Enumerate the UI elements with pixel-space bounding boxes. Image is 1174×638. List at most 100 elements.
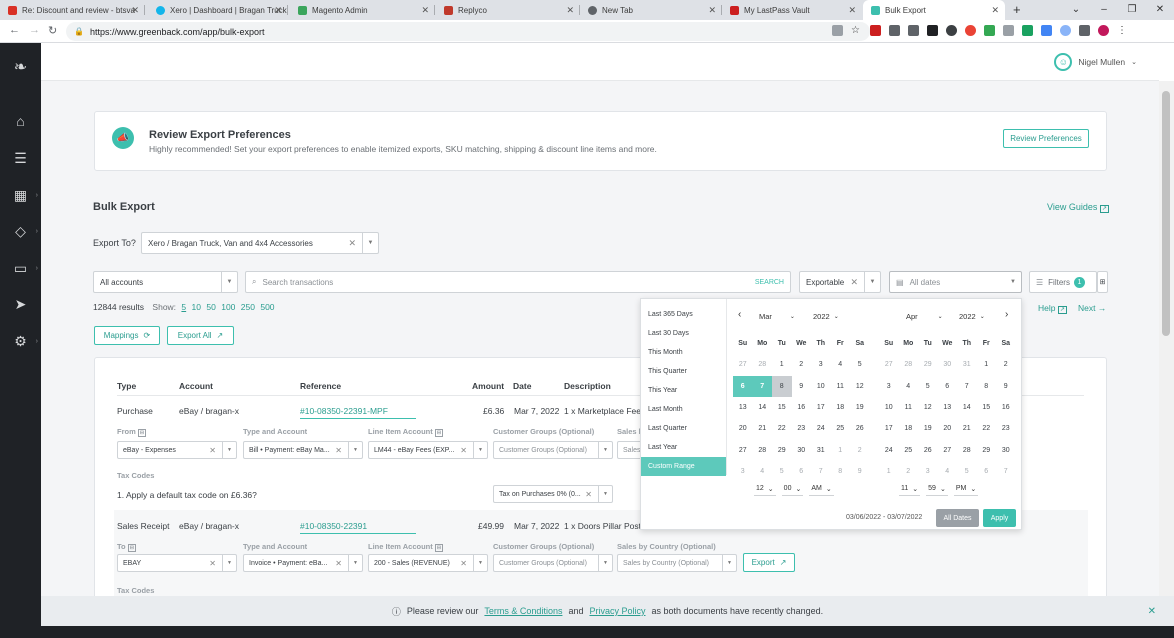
hour-select[interactable]: 11 ⌄: [899, 483, 921, 496]
close-icon[interactable]: ✕: [1148, 606, 1156, 617]
extension-icon[interactable]: [889, 25, 900, 36]
calendar-day[interactable]: 5: [918, 376, 938, 397]
next-month-icon[interactable]: ›: [1005, 309, 1008, 320]
calendar-day[interactable]: 4: [831, 354, 851, 375]
calendar-day[interactable]: 22: [977, 418, 997, 439]
browser-tab[interactable]: Magento Admin ✕: [290, 0, 435, 20]
extension-icon[interactable]: [965, 25, 976, 36]
url-field[interactable]: 🔒 https://www.greenback.com/app/bulk-exp…: [66, 22, 870, 41]
calendar-day[interactable]: 11: [899, 397, 919, 418]
ampm-select[interactable]: AM ⌄: [809, 483, 834, 496]
preset-this-quarter[interactable]: This Quarter: [641, 362, 726, 381]
prev-month-icon[interactable]: ‹: [738, 309, 741, 320]
filters-button[interactable]: ☰ Filters 1: [1029, 271, 1097, 293]
calendar-day[interactable]: 4: [753, 461, 773, 482]
export-to-select[interactable]: Xero / Bragan Truck, Van and 4x4 Accesso…: [141, 232, 379, 254]
next-link[interactable]: Next →: [1078, 303, 1106, 313]
puzzle-icon[interactable]: [1079, 25, 1090, 36]
calendar-day[interactable]: 10: [879, 397, 899, 418]
chevron-down-icon[interactable]: ▼: [362, 233, 378, 253]
close-tab-icon[interactable]: ✕: [421, 5, 429, 16]
calendar-day[interactable]: 19: [918, 418, 938, 439]
calendar-day[interactable]: 17: [879, 418, 899, 439]
calendar-day[interactable]: 1: [977, 354, 997, 375]
review-preferences-button[interactable]: Review Preferences: [1003, 129, 1089, 148]
calendar-day[interactable]: 27: [938, 439, 958, 460]
page-scrollbar[interactable]: [1159, 81, 1174, 596]
calendar-day[interactable]: 29: [918, 354, 938, 375]
calendar-day[interactable]: 3: [733, 461, 753, 482]
send-icon[interactable]: ➤: [0, 292, 41, 316]
calendar-day[interactable]: 24: [879, 439, 899, 460]
from-select[interactable]: eBay - Expenses ✕ ▼: [117, 441, 237, 459]
chevron-down-icon[interactable]: ▼: [864, 272, 880, 292]
close-tab-icon[interactable]: ✕: [131, 5, 139, 16]
back-icon[interactable]: ←: [9, 24, 20, 36]
calendar-day[interactable]: 6: [733, 375, 753, 397]
calendar-day[interactable]: 28: [753, 439, 773, 460]
extension-icon[interactable]: [946, 25, 957, 36]
customer-groups-select[interactable]: Customer Groups (Optional) ▼: [493, 441, 613, 459]
ampm-select[interactable]: PM ⌄: [953, 483, 979, 496]
view-guides-link[interactable]: View Guides ↗: [1047, 202, 1109, 213]
calendar-day[interactable]: 23: [792, 418, 812, 439]
export-all-button[interactable]: Export All ↗: [167, 326, 234, 345]
row-reference-link[interactable]: #10-08350-22391-MPF: [300, 406, 416, 419]
columns-icon[interactable]: ⊞: [1097, 271, 1108, 293]
calendar-day[interactable]: 1: [831, 439, 851, 460]
calendar-day[interactable]: 21: [753, 418, 773, 439]
calendar-day[interactable]: 10: [811, 376, 831, 397]
calendar-day[interactable]: 31: [957, 354, 977, 375]
page-size-option[interactable]: 10: [192, 302, 201, 312]
extension-icon[interactable]: [984, 25, 995, 36]
calendar-day[interactable]: 20: [733, 418, 753, 439]
calendar-day[interactable]: 23: [996, 418, 1016, 439]
page-size-option[interactable]: 5: [181, 302, 186, 312]
line-item-select[interactable]: LM44 - eBay Fees (EXP... ✕ ▼: [368, 441, 488, 459]
calendar-day[interactable]: 16: [996, 397, 1016, 418]
preset-last-month[interactable]: Last Month: [641, 400, 726, 419]
calendar-day[interactable]: 7: [996, 461, 1016, 482]
mappings-button[interactable]: Mappings ⟳: [94, 326, 160, 345]
calendar-day[interactable]: 8: [772, 375, 792, 397]
calendar-day[interactable]: 8: [977, 376, 997, 397]
calendar-day[interactable]: 14: [753, 397, 773, 418]
apply-button[interactable]: Apply: [983, 509, 1016, 527]
privacy-link[interactable]: Privacy Policy: [589, 606, 645, 616]
page-size-option[interactable]: 100: [221, 302, 235, 312]
calendar-day[interactable]: 22: [772, 418, 792, 439]
list-icon[interactable]: ☰: [0, 146, 41, 170]
page-size-option[interactable]: 250: [241, 302, 255, 312]
calendar-day[interactable]: 3: [918, 461, 938, 482]
preset-this-month[interactable]: This Month: [641, 343, 726, 362]
accounts-select[interactable]: All accounts ▼: [93, 271, 238, 293]
close-tab-icon[interactable]: ✕: [848, 5, 856, 16]
help-link[interactable]: Help ↗: [1038, 303, 1067, 314]
calendar-day[interactable]: 2: [996, 354, 1016, 375]
close-tab-icon[interactable]: ✕: [274, 5, 282, 16]
browser-tab[interactable]: Xero | Dashboard | Bragan Truck ✕: [148, 0, 288, 20]
search-button[interactable]: SEARCH: [755, 279, 784, 286]
calendar-day[interactable]: 13: [733, 397, 753, 418]
calendar-day[interactable]: 9: [996, 376, 1016, 397]
lastpass-ext-icon[interactable]: [870, 25, 881, 36]
calendar-day[interactable]: 26: [918, 439, 938, 460]
calendar-day[interactable]: 6: [938, 376, 958, 397]
calendar-day[interactable]: 18: [899, 418, 919, 439]
calendar-day[interactable]: 27: [733, 354, 753, 375]
dates-select[interactable]: ▤ All dates ▼: [889, 271, 1022, 293]
browser-tab[interactable]: New Tab ✕: [580, 0, 722, 20]
calendar-day[interactable]: 20: [938, 418, 958, 439]
calendar-day[interactable]: 27: [733, 439, 753, 460]
type-account-select[interactable]: Invoice • Payment: eBa... ✕ ▼: [243, 554, 363, 572]
line-item-select[interactable]: 200 - Sales (REVENUE) ✕ ▼: [368, 554, 488, 572]
year-select[interactable]: 2022 ⌄: [813, 309, 845, 323]
year-select[interactable]: 2022 ⌄: [959, 309, 991, 323]
calendar-day[interactable]: 27: [879, 354, 899, 375]
month-select[interactable]: Mar ⌄: [759, 309, 805, 323]
calendar-day[interactable]: 2: [850, 439, 870, 460]
calendar-day[interactable]: 26: [850, 418, 870, 439]
tab-search-icon[interactable]: ⌄: [1062, 0, 1090, 20]
extension-icon[interactable]: [927, 25, 938, 36]
calendar-day[interactable]: 12: [918, 397, 938, 418]
